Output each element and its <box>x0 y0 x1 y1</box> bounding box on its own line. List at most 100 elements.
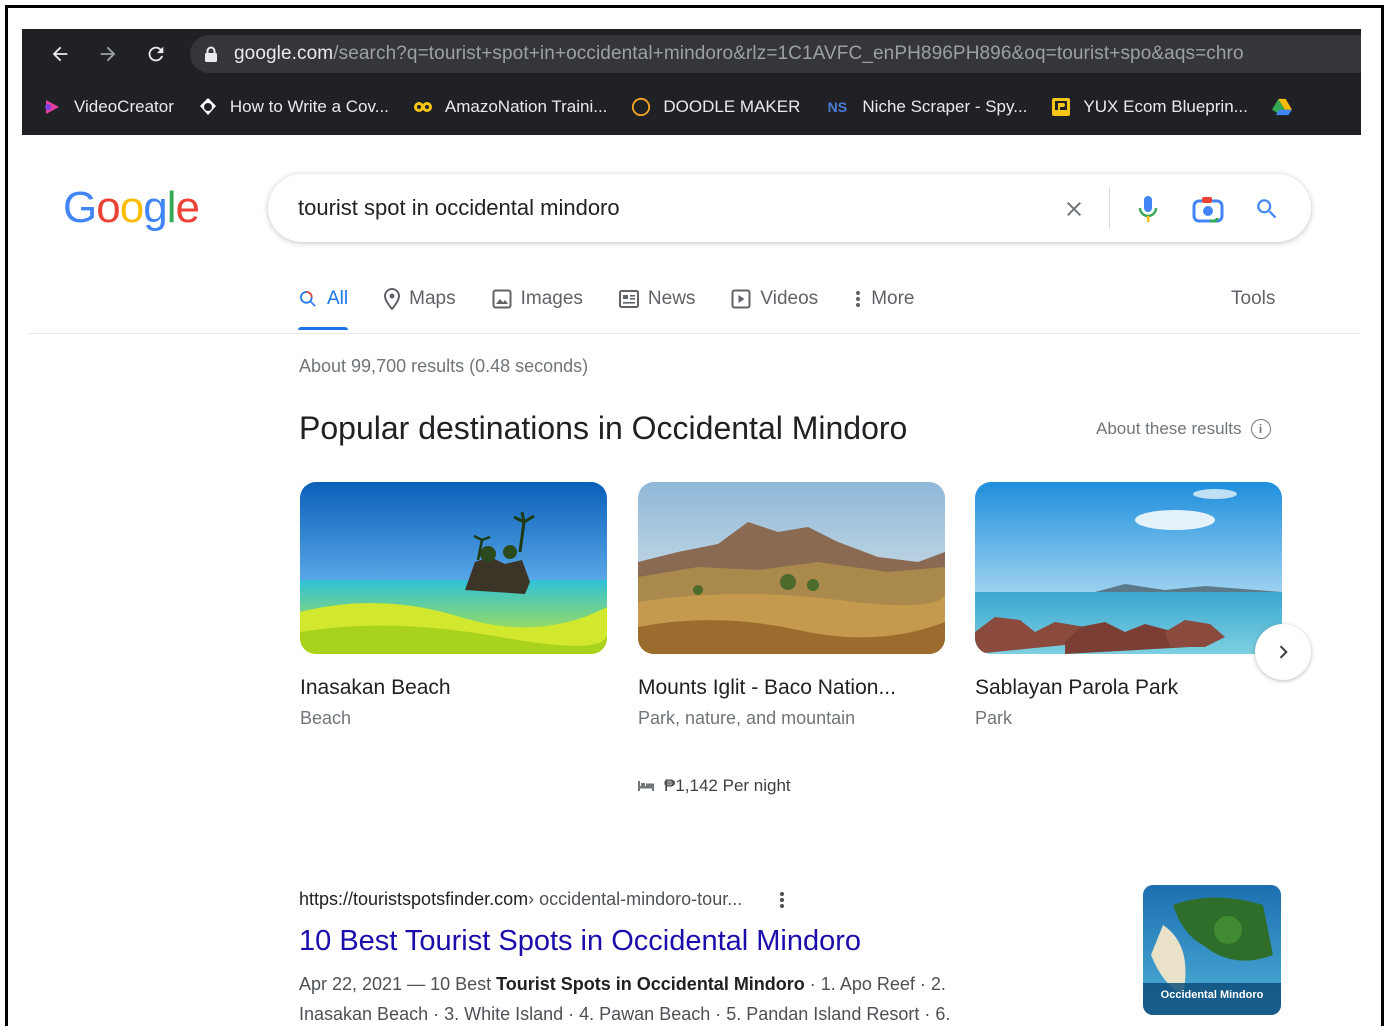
bookmark-label: VideoCreator <box>74 97 174 116</box>
forward-button[interactable] <box>92 38 124 70</box>
videocreator-icon <box>42 97 62 117</box>
destination-card-inasakan[interactable]: Inasakan Beach Beach <box>300 482 607 729</box>
destination-card-sablayan[interactable]: Sablayan Parola Park Park <box>975 482 1282 729</box>
search-tabs: All Maps Images News Videos More <box>298 284 950 330</box>
reload-button[interactable] <box>140 38 172 70</box>
globe-icon <box>198 97 218 117</box>
destination-card-mounts-iglit[interactable]: Mounts Iglit - Baco Nation... Park, natu… <box>638 482 945 729</box>
google-drive-icon <box>1271 97 1292 117</box>
microphone-icon <box>1138 196 1158 222</box>
bookmark-videocreator[interactable]: VideoCreator <box>42 97 174 117</box>
bed-icon <box>638 781 654 791</box>
bookmark-doodle-maker[interactable]: DOODLE MAKER <box>631 97 800 117</box>
tab-videos[interactable]: Videos <box>731 284 818 314</box>
search-submit-button[interactable] <box>1249 191 1285 227</box>
search-divider <box>1109 187 1110 229</box>
bookmark-amazonation[interactable]: AmazoNation Traini... <box>413 97 608 117</box>
destination-type: Beach <box>300 708 352 728</box>
tab-label: News <box>647 288 696 309</box>
back-button[interactable] <box>44 38 76 70</box>
address-bar-row: google.com/search?q=tourist+spot+in+occi… <box>22 29 1361 79</box>
result-snippet: Apr 22, 2021 — 10 Best Tourist Spots in … <box>299 972 1099 997</box>
result-stats: About 99,700 results (0.48 seconds) <box>299 356 589 376</box>
info-icon: i <box>1250 419 1271 439</box>
back-arrow-icon <box>52 46 68 62</box>
more-options-icon[interactable] <box>772 891 792 909</box>
reload-icon <box>148 46 164 62</box>
tab-images[interactable]: Images <box>492 284 583 314</box>
carousel-next-button[interactable] <box>1255 624 1311 680</box>
map-pin-icon <box>384 288 401 310</box>
yux-icon <box>1051 97 1071 117</box>
bookmark-label: How to Write a Cov... <box>229 97 389 116</box>
clear-search-button[interactable] <box>1056 191 1092 227</box>
omnibox[interactable]: google.com/search?q=tourist+spot+in+occi… <box>190 35 1361 73</box>
snippet-date: Apr 22, 2021 — 10 Best <box>299 974 497 994</box>
result-path: › occidental-mindoro-tour... <box>528 889 743 909</box>
bookmark-yux[interactable]: YUX Ecom Blueprin... <box>1051 97 1248 117</box>
tab-news[interactable]: News <box>618 284 696 314</box>
bookmark-cover-letter[interactable]: How to Write a Cov... <box>198 97 389 117</box>
destination-image-coast <box>975 482 1282 654</box>
voice-search-button[interactable] <box>1130 191 1166 227</box>
result-title-link[interactable]: 10 Best Tourist Spots in Occidental Mind… <box>299 925 861 958</box>
price-text: ₱1,142 Per night <box>664 776 791 795</box>
close-icon <box>1067 202 1081 216</box>
thumbnail-caption: Occidental Mindoro <box>1160 989 1264 1001</box>
tab-label: More <box>871 288 915 309</box>
destination-type: Park <box>975 708 1013 728</box>
ns-icon: NS <box>827 99 848 115</box>
image-icon <box>492 289 512 309</box>
bookmark-label: YUX Ecom Blueprin... <box>1083 97 1248 116</box>
browser-chrome: google.com/search?q=tourist+spot+in+occi… <box>22 29 1361 135</box>
url-host: google.com <box>234 43 334 64</box>
about-these-results-link[interactable]: About these results i <box>1096 419 1271 439</box>
circle-icon <box>631 97 651 117</box>
destination-image-mountain <box>638 482 945 654</box>
tab-maps[interactable]: Maps <box>384 284 456 314</box>
destination-name: Mounts Iglit - Baco Nation... <box>638 676 896 699</box>
result-cite[interactable]: https://touristspotsfinder.com › occiden… <box>299 889 792 910</box>
url-text: google.com/search?q=tourist+spot+in+occi… <box>234 43 1244 65</box>
video-icon <box>731 289 751 309</box>
tab-all[interactable]: All <box>298 284 349 330</box>
bookmark-google-drive[interactable] <box>1271 97 1304 117</box>
camera-icon <box>1192 197 1224 223</box>
result-snippet-line2: Inasakan Beach · 3. White Island · 4. Pa… <box>299 1004 951 1024</box>
bookmark-label: AmazoNation Traini... <box>444 97 608 116</box>
destination-name: Inasakan Beach <box>300 676 451 699</box>
destinations-heading: Popular destinations in Occidental Mindo… <box>299 410 908 446</box>
tab-label: Images <box>520 288 583 309</box>
result-thumbnail[interactable]: Occidental Mindoro <box>1143 885 1281 1015</box>
snippet-rest: · 1. Apo Reef · 2. <box>804 974 946 994</box>
search-icon <box>1257 199 1277 219</box>
forward-arrow-icon <box>100 46 116 62</box>
tab-label: Maps <box>409 288 456 309</box>
header-divider <box>28 333 1360 334</box>
google-logo[interactable]: Google <box>63 183 200 233</box>
chevron-right-icon <box>1279 645 1288 659</box>
url-path: /search?q=tourist+spot+in+occidental+min… <box>333 43 1244 64</box>
hotel-price: ₱1,142 Per night <box>638 776 791 796</box>
tools-button[interactable]: Tools <box>1231 288 1275 310</box>
search-icon <box>298 289 318 309</box>
result-host: https://touristspotsfinder.com <box>299 889 529 909</box>
image-search-button[interactable] <box>1190 191 1226 227</box>
news-icon <box>618 290 639 308</box>
bookmark-label: DOODLE MAKER <box>663 97 801 116</box>
tab-label: Videos <box>760 288 819 309</box>
destination-image-beach <box>300 482 607 654</box>
tab-label: All <box>327 288 349 309</box>
more-vert-icon <box>854 289 862 309</box>
about-label: About these results <box>1096 419 1242 438</box>
search-input[interactable] <box>298 192 998 224</box>
lock-icon <box>205 46 217 62</box>
destination-name: Sablayan Parola Park <box>975 676 1179 699</box>
search-box <box>268 174 1311 242</box>
destination-type: Park, nature, and mountain <box>638 708 856 728</box>
owl-icon <box>413 97 433 117</box>
bookmark-niche-scraper[interactable]: NS Niche Scraper - Spy... <box>824 97 1028 117</box>
bookmarks-bar: VideoCreator How to Write a Cov... Amazo… <box>22 81 1361 133</box>
tab-more[interactable]: More <box>854 284 914 314</box>
bookmark-label: Niche Scraper - Spy... <box>862 97 1028 116</box>
